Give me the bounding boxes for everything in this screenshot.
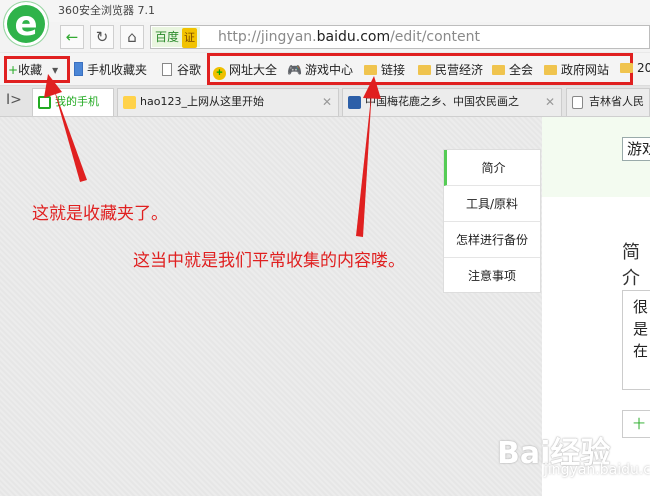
annotation-favorites: 这就是收藏夹了。 <box>32 204 168 224</box>
arrow-to-bookmarks <box>356 88 372 237</box>
annotation-bookmarks: 这当中就是我们平常收集的内容喽。 <box>133 251 405 271</box>
arrow-head-bookmarks <box>363 76 381 99</box>
watermark-url: jingyan.baidu.com <box>544 462 650 478</box>
arrow-to-favorites <box>53 86 87 182</box>
arrow-head-favorites <box>44 74 62 98</box>
